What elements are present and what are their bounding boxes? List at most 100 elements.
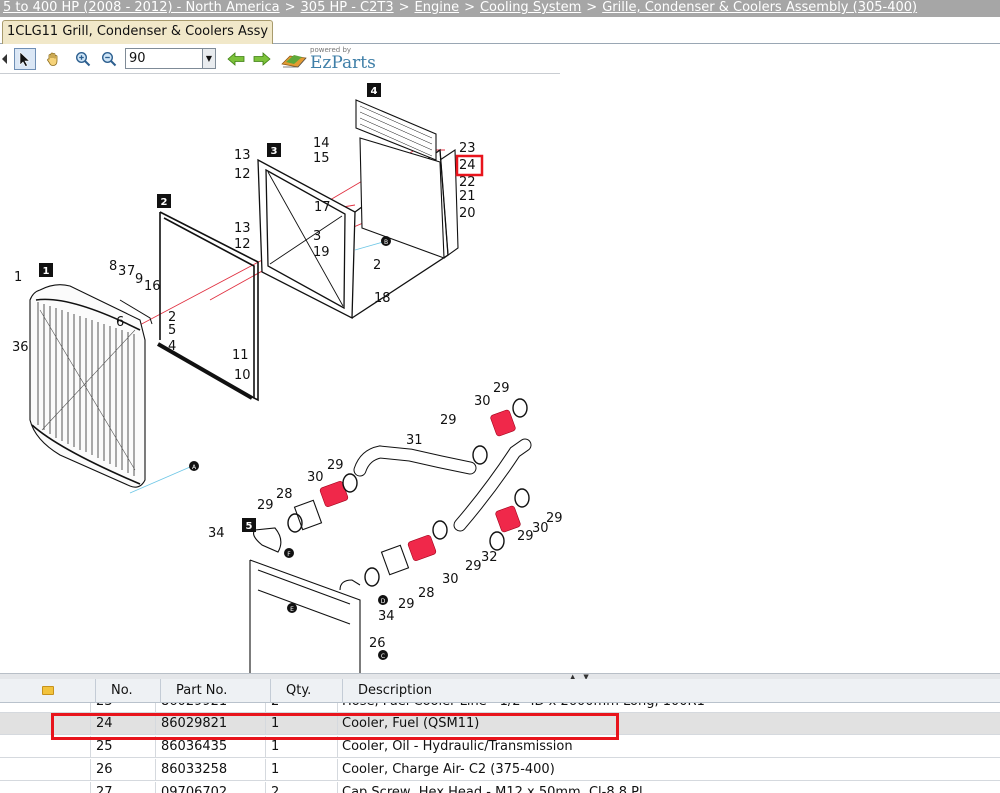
cell-description: Cooler, Charge Air- C2 (375-400): [342, 762, 555, 777]
callout-13[interactable]: 13: [234, 221, 251, 236]
callout-30[interactable]: 30: [532, 521, 549, 536]
callout-29[interactable]: 29: [440, 413, 457, 428]
callout-30[interactable]: 30: [307, 470, 324, 485]
cell-no: 23: [96, 703, 113, 713]
callout-12[interactable]: 12: [234, 237, 251, 252]
callout-18[interactable]: 18: [374, 291, 391, 306]
callout-36[interactable]: 36: [12, 340, 29, 355]
column-header-part-no[interactable]: Part No.: [160, 679, 270, 703]
forward-arrow-icon[interactable]: [251, 48, 273, 70]
cell-part-no: 86029821: [161, 716, 228, 731]
callout-30[interactable]: 30: [474, 394, 491, 409]
column-header-qty[interactable]: Qty.: [270, 679, 342, 703]
table-row[interactable]: 25 86036435 1 Cooler, Oil - Hydraulic/Tr…: [0, 736, 1000, 758]
grille-assembly[interactable]: [29, 284, 146, 488]
table-row-selected[interactable]: 24 86029821 1 Cooler, Fuel (QSM11): [0, 713, 1000, 735]
callout-15[interactable]: 15: [313, 151, 330, 166]
callout-2[interactable]: 2: [373, 258, 381, 273]
cell-no: 25: [96, 739, 113, 754]
connector-label-b: B: [384, 239, 388, 246]
callout-22[interactable]: 22: [459, 175, 476, 190]
breadcrumb-link-model[interactable]: 5 to 400 HP (2008 - 2012) - North Americ…: [3, 0, 280, 15]
callout-13[interactable]: 13: [234, 148, 251, 163]
callout-3[interactable]: 3: [118, 264, 126, 279]
group-badge-3: 3: [271, 146, 278, 157]
callout-5[interactable]: 5: [168, 323, 176, 338]
callout-16[interactable]: 16: [144, 279, 161, 294]
callout-14[interactable]: 14: [313, 136, 330, 151]
tab-bar: 1CLG11 Grill, Condenser & Coolers Assy: [0, 17, 1000, 44]
breadcrumb-link-variant[interactable]: 305 HP - C2T3: [301, 0, 394, 15]
breadcrumb-link-assembly[interactable]: Grille, Condenser & Coolers Assembly (30…: [602, 0, 917, 15]
callout-29[interactable]: 29: [465, 559, 482, 574]
chevron-down-icon[interactable]: ▼: [202, 49, 215, 68]
column-header-select[interactable]: [0, 679, 95, 703]
breadcrumb: 5 to 400 HP (2008 - 2012) - North Americ…: [0, 0, 1000, 17]
connector-label-c: C: [381, 653, 385, 660]
breadcrumb-link-engine[interactable]: Engine: [415, 0, 460, 15]
callout-12[interactable]: 12: [234, 167, 251, 182]
table-row[interactable]: 26 86033258 1 Cooler, Charge Air- C2 (37…: [0, 759, 1000, 781]
connector-label-e: E: [290, 606, 294, 613]
tab-assembly[interactable]: 1CLG11 Grill, Condenser & Coolers Assy: [2, 20, 274, 44]
zoom-out-icon[interactable]: [98, 48, 120, 70]
callout-34[interactable]: 34: [208, 526, 225, 541]
folder-icon: [41, 686, 54, 695]
back-arrow-icon[interactable]: [225, 48, 247, 70]
parts-table-header: No. Part No. Qty. Description: [0, 679, 1000, 703]
callout-21[interactable]: 21: [459, 189, 476, 204]
callout-4[interactable]: 4: [168, 339, 176, 354]
collapse-toggle-icon[interactable]: [1, 48, 9, 70]
callout-24[interactable]: 24: [459, 158, 476, 173]
callout-3[interactable]: 3: [313, 229, 321, 244]
cell-part-no: 86033258: [161, 762, 228, 777]
callout-29[interactable]: 29: [493, 381, 510, 396]
callout-23[interactable]: 23: [459, 141, 476, 156]
parts-diagram[interactable]: 1 2 3 4 5 A B C D E F 1 2 2 3 3 4 5 6 7 …: [0, 75, 1000, 673]
callout-8[interactable]: 8: [109, 259, 117, 274]
cell-part-no: 86036435: [161, 739, 228, 754]
cell-no: 26: [96, 762, 113, 777]
pointer-icon[interactable]: [14, 48, 36, 70]
callout-28[interactable]: 28: [276, 487, 293, 502]
breadcrumb-separator: >: [398, 0, 410, 15]
cell-qty: 2: [271, 785, 280, 793]
breadcrumb-link-cooling-system[interactable]: Cooling System: [480, 0, 581, 15]
callout-34[interactable]: 34: [378, 609, 395, 624]
callout-29[interactable]: 29: [398, 597, 415, 612]
parts-table-body: 23 86029921 2 Hose, Fuel Cooler Line - 1…: [0, 703, 1000, 793]
group-badge-5: 5: [246, 521, 253, 532]
callout-19[interactable]: 19: [313, 245, 330, 260]
group-badge-1: 1: [43, 266, 50, 277]
cell-qty: 1: [271, 739, 280, 754]
zoom-level-select[interactable]: 90 ▼: [125, 48, 216, 69]
callout-31[interactable]: 31: [406, 433, 423, 448]
callout-20[interactable]: 20: [459, 206, 476, 221]
zoom-in-icon[interactable]: [72, 48, 94, 70]
callout-9[interactable]: 9: [135, 272, 143, 287]
charge-air-cooler[interactable]: [249, 527, 361, 673]
callout-30[interactable]: 30: [442, 572, 459, 587]
pan-hand-icon[interactable]: [42, 48, 64, 70]
column-header-description[interactable]: Description: [342, 679, 1000, 703]
callout-29[interactable]: 29: [327, 458, 344, 473]
callout-28[interactable]: 28: [418, 586, 435, 601]
cell-qty: 1: [271, 762, 280, 777]
connector-markers: A B C D E F: [189, 236, 391, 660]
callout-17[interactable]: 17: [314, 200, 331, 215]
cell-no: 27: [96, 785, 113, 793]
exploded-view-drawing[interactable]: 1 2 3 4 5 A B C D E F 1 2 2 3 3 4 5 6 7 …: [0, 75, 1000, 673]
group-badge-4: 4: [371, 86, 378, 97]
table-row[interactable]: 23 86029921 2 Hose, Fuel Cooler Line - 1…: [0, 703, 1000, 713]
callout-11[interactable]: 11: [232, 348, 249, 363]
callout-1[interactable]: 1: [14, 270, 22, 285]
breadcrumb-separator: >: [284, 0, 296, 15]
callout-32[interactable]: 32: [481, 550, 498, 565]
callout-29[interactable]: 29: [257, 498, 274, 513]
callout-6[interactable]: 6: [116, 315, 124, 330]
table-row[interactable]: 27 09706702 2 Cap Screw, Hex Head - M12 …: [0, 782, 1000, 793]
zoom-level-value: 90: [129, 51, 146, 66]
callout-10[interactable]: 10: [234, 368, 251, 383]
callout-26[interactable]: 26: [369, 636, 386, 651]
column-header-no[interactable]: No.: [95, 679, 160, 703]
